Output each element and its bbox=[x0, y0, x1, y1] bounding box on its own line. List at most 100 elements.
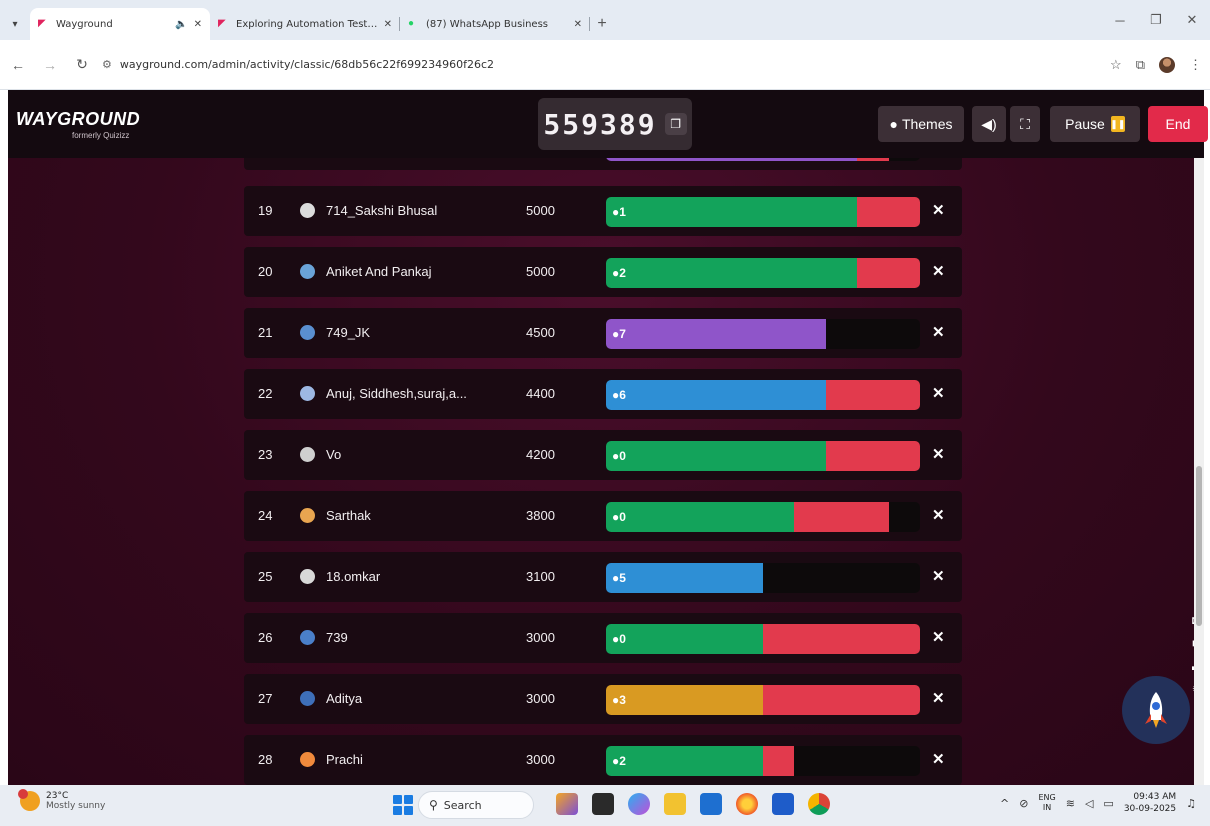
lang-secondary: IN bbox=[1042, 803, 1052, 812]
task-view-icon[interactable] bbox=[592, 793, 614, 815]
score-bar-incorrect bbox=[763, 746, 795, 776]
player-name: Aniket And Pankaj bbox=[326, 264, 432, 279]
player-rank: 21 bbox=[258, 325, 273, 340]
table-row-partial bbox=[244, 158, 962, 170]
table-row: 21 749_JK 4500 ●7 ✕ bbox=[244, 308, 962, 358]
close-window-icon[interactable]: ✕ bbox=[1174, 0, 1210, 40]
remove-player-button[interactable]: ✕ bbox=[932, 308, 945, 358]
reload-icon[interactable]: ↻ bbox=[68, 51, 96, 79]
table-row: 20 Aniket And Pankaj 5000 ●2 ✕ bbox=[244, 247, 962, 297]
fullscreen-button[interactable]: ⛶ bbox=[1010, 106, 1040, 142]
player-avatar bbox=[300, 325, 315, 340]
wayground-logo[interactable]: WAYGROUND formerly Quizizz bbox=[16, 109, 140, 140]
score-bar: ●6 bbox=[606, 380, 920, 410]
player-name: 18.omkar bbox=[326, 569, 381, 584]
close-tab-icon[interactable]: ✕ bbox=[384, 19, 392, 30]
language-indicator[interactable]: ENG IN bbox=[1038, 793, 1055, 813]
browser-menu-icon[interactable]: ⋮ bbox=[1189, 57, 1202, 73]
close-tab-icon[interactable]: ✕ bbox=[194, 19, 202, 30]
remove-player-button[interactable]: ✕ bbox=[932, 613, 945, 663]
taskbar-search[interactable]: ⚲ Search bbox=[418, 791, 534, 819]
themes-button[interactable]: ● Themes bbox=[878, 106, 964, 142]
score-bar-incorrect bbox=[857, 197, 920, 227]
word-icon[interactable] bbox=[772, 793, 794, 815]
back-icon[interactable]: ← bbox=[4, 51, 32, 79]
score-bar-incorrect bbox=[763, 685, 920, 715]
copilot-icon[interactable] bbox=[628, 793, 650, 815]
sound-button[interactable]: ◀) bbox=[972, 106, 1006, 142]
rocket-icon bbox=[1145, 692, 1167, 728]
url-field[interactable]: ⚙ wayground.com/admin/activity/classic/6… bbox=[102, 50, 1102, 80]
remove-player-button[interactable]: ✕ bbox=[932, 552, 945, 602]
clock[interactable]: 09:43 AM 30-09-2025 bbox=[1124, 791, 1176, 815]
file-explorer-icon[interactable] bbox=[664, 793, 686, 815]
remove-player-button[interactable]: ✕ bbox=[932, 430, 945, 480]
table-row: 27 Aditya 3000 ●3 ✕ bbox=[244, 674, 962, 724]
volume-icon[interactable]: ◁ bbox=[1085, 797, 1093, 810]
player-name: Vo bbox=[326, 447, 342, 462]
notifications-icon[interactable]: ♫ bbox=[1186, 797, 1196, 810]
close-tab-icon[interactable]: ✕ bbox=[574, 19, 582, 30]
remove-player-button[interactable]: ✕ bbox=[932, 491, 945, 541]
pause-button[interactable]: Pause ❚❚ bbox=[1050, 106, 1140, 142]
themes-label: Themes bbox=[901, 116, 953, 132]
player-score: 4400 bbox=[526, 386, 555, 401]
palette-icon: ● bbox=[889, 116, 898, 132]
new-tab-button[interactable]: + bbox=[590, 8, 614, 40]
score-bar-incorrect bbox=[825, 441, 920, 471]
tab-title: (87) WhatsApp Business bbox=[426, 18, 549, 30]
extensions-icon[interactable]: ⧉ bbox=[1136, 57, 1145, 73]
browser-tab-bar: ▾ ◤ Wayground 🔈 ✕ ◤ Exploring Automation… bbox=[0, 0, 1210, 40]
remove-player-button[interactable]: ✕ bbox=[932, 735, 945, 785]
store-icon[interactable] bbox=[700, 793, 722, 815]
chevron-up-icon[interactable]: ^ bbox=[1000, 797, 1009, 810]
browser-tab-automation[interactable]: ◤ Exploring Automation Testing ✕ bbox=[210, 8, 400, 40]
scrollbar-thumb[interactable] bbox=[1196, 466, 1202, 626]
battery-icon[interactable]: ▭ bbox=[1103, 797, 1113, 810]
remove-player-button[interactable]: ✕ bbox=[932, 369, 945, 419]
browser-tab-wayground[interactable]: ◤ Wayground 🔈 ✕ bbox=[30, 8, 210, 40]
weather-temp: 23°C bbox=[46, 791, 69, 801]
end-button[interactable]: End bbox=[1148, 106, 1208, 142]
table-row: 28 Prachi 3000 ●2 ✕ bbox=[244, 735, 962, 785]
firefox-icon[interactable] bbox=[736, 793, 758, 815]
browser-tab-whatsapp[interactable]: ● (87) WhatsApp Business ✕ bbox=[400, 8, 590, 40]
player-score: 3000 bbox=[526, 752, 555, 767]
score-bar: ●0 bbox=[606, 624, 920, 654]
bookmark-star-icon[interactable]: ☆ bbox=[1110, 57, 1122, 73]
score-bar-fill bbox=[606, 380, 826, 410]
weather-widget[interactable]: 23°C Mostly sunny bbox=[18, 789, 105, 811]
widgets-app-icon[interactable] bbox=[556, 793, 578, 815]
remove-player-button[interactable]: ✕ bbox=[932, 674, 945, 724]
rocket-button[interactable] bbox=[1122, 676, 1190, 744]
player-name: Prachi bbox=[326, 752, 363, 767]
restore-icon[interactable]: ❐ bbox=[1138, 0, 1174, 40]
chrome-icon[interactable] bbox=[808, 793, 830, 815]
streak-count: 2 bbox=[619, 266, 626, 280]
score-bar: ●5 bbox=[606, 563, 920, 593]
player-rank: 24 bbox=[258, 508, 273, 523]
speaker-icon[interactable]: 🔈 bbox=[175, 19, 187, 30]
remove-player-button[interactable]: ✕ bbox=[932, 247, 945, 297]
player-avatar bbox=[300, 630, 315, 645]
score-bar-incorrect bbox=[857, 258, 920, 288]
score-bar: ●1 bbox=[606, 197, 920, 227]
tab-search-button[interactable]: ▾ bbox=[0, 8, 30, 40]
streak-badge: ●0 bbox=[612, 502, 626, 532]
player-name: 739 bbox=[326, 630, 348, 645]
wifi-icon[interactable]: ≋ bbox=[1066, 797, 1075, 810]
forward-icon[interactable]: → bbox=[36, 51, 64, 79]
weather-icon bbox=[18, 789, 40, 811]
player-rank: 20 bbox=[258, 264, 273, 279]
copy-icon[interactable]: ❐ bbox=[664, 113, 687, 135]
remove-player-button[interactable]: ✕ bbox=[932, 186, 945, 236]
player-name: Anuj, Siddhesh,suraj,a... bbox=[326, 386, 467, 401]
site-info-icon[interactable]: ⚙ bbox=[102, 58, 112, 71]
network-status-icon[interactable]: ⊘ bbox=[1019, 797, 1028, 810]
profile-avatar[interactable] bbox=[1159, 56, 1175, 73]
minimize-icon[interactable]: ─ bbox=[1102, 0, 1138, 40]
scrollbar[interactable] bbox=[1194, 158, 1204, 785]
score-bar-incorrect bbox=[825, 380, 920, 410]
player-rank: 28 bbox=[258, 752, 273, 767]
start-button[interactable] bbox=[393, 795, 413, 815]
